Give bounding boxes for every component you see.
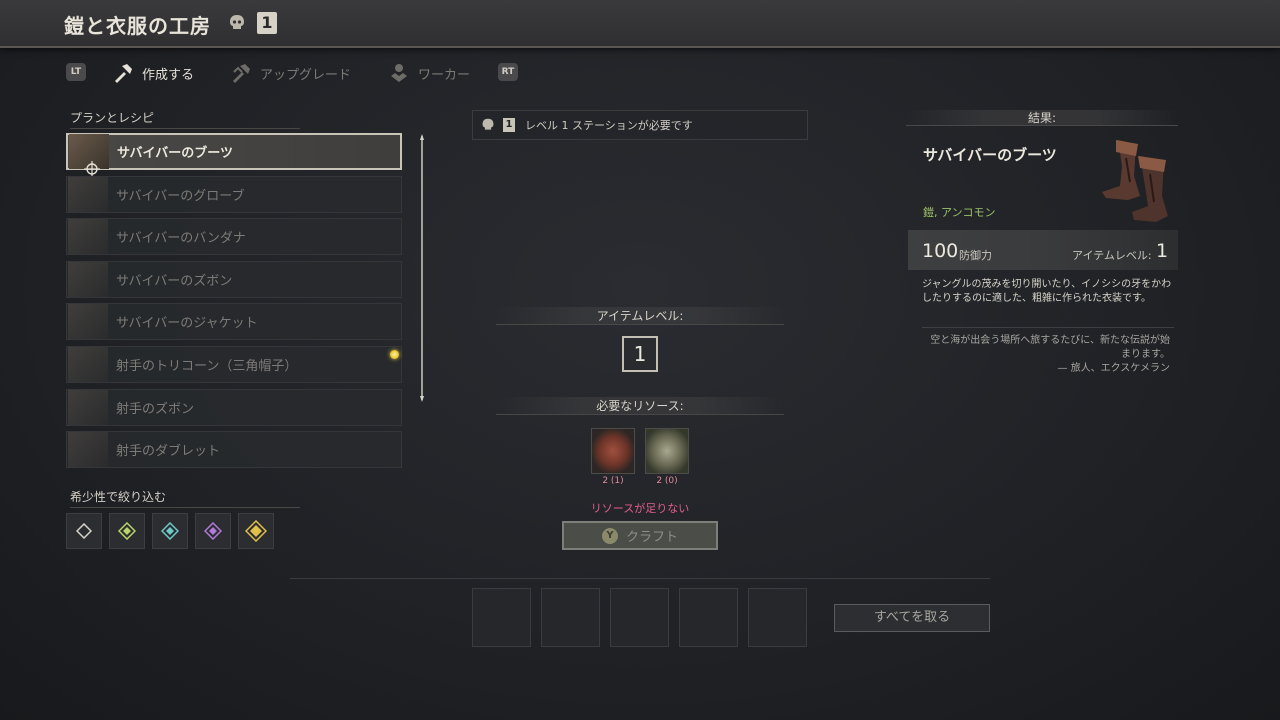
y-button-icon: Y bbox=[601, 527, 618, 544]
worker-icon bbox=[391, 64, 407, 82]
diamond-icon bbox=[76, 523, 92, 539]
diamond-icon bbox=[204, 522, 222, 540]
result-item-name: サバイバーのブーツ bbox=[923, 146, 1057, 164]
flavor-quote: 空と海が出会う場所へ旅するたびに、新たな伝説が始まります。 — 旅人、エクスケメ… bbox=[922, 334, 1170, 376]
list-item[interactable]: 射手のズボン bbox=[66, 388, 402, 426]
craft-label: クラフト bbox=[625, 530, 678, 545]
plans-heading: プランとレシピ bbox=[70, 109, 300, 129]
resource-slot[interactable]: 2 (1) bbox=[591, 428, 635, 490]
quote-text: 空と海が出会う場所へ旅するたびに、新たな伝説が始まります。 bbox=[930, 335, 1170, 360]
tab-upgrade-label: アップグレード bbox=[260, 67, 352, 83]
resource-count: 2 (1) bbox=[602, 476, 624, 486]
boots-icon bbox=[1102, 140, 1168, 222]
item-thumbnail bbox=[68, 432, 108, 468]
cursor-crosshair-icon bbox=[84, 161, 100, 177]
upgrade-icon bbox=[233, 64, 250, 83]
list-item[interactable]: サバイバーのブーツ bbox=[66, 133, 402, 177]
item-thumbnail bbox=[68, 176, 108, 212]
defense-value: 100 bbox=[922, 240, 959, 262]
item-thumbnail bbox=[68, 261, 108, 297]
list-item[interactable]: サバイバーのグローブ bbox=[66, 175, 402, 213]
take-all-button[interactable]: すべてを取る bbox=[834, 604, 990, 632]
tab-workers[interactable]: ワーカー bbox=[388, 60, 470, 86]
output-slot[interactable] bbox=[679, 588, 738, 647]
skull-icon bbox=[482, 118, 494, 130]
tab-create-label: 作成する bbox=[142, 67, 195, 83]
list-item[interactable]: 射手のダブレット bbox=[66, 431, 402, 469]
output-slot[interactable] bbox=[610, 588, 669, 647]
requirement-level-badge: 1 bbox=[503, 118, 515, 132]
item-description: ジャングルの茂みを切り開いたり、イノシシの牙をかわしたりするのに適した、粗雑に作… bbox=[922, 279, 1172, 304]
list-item[interactable]: サバイバーのズボン bbox=[66, 260, 402, 298]
lt-button[interactable]: LT bbox=[66, 63, 86, 81]
skull-icon bbox=[230, 15, 244, 29]
item-level-heading: アイテムレベル: bbox=[496, 307, 784, 325]
item-label: 射手のトリコーン（三角帽子） bbox=[116, 358, 298, 374]
item-label: サバイバーのジャケット bbox=[116, 316, 258, 332]
item-level-value[interactable]: 1 bbox=[622, 336, 658, 372]
item-thumbnail bbox=[68, 219, 108, 255]
rarity-filter-heading: 希少性で絞り込む bbox=[70, 488, 300, 508]
resource-count: 2 (0) bbox=[656, 476, 678, 486]
quote-author: — 旅人、エクスケメラン bbox=[1057, 363, 1170, 374]
list-item[interactable]: サバイバーのバンダナ bbox=[66, 218, 402, 256]
rarity-filter-legendary[interactable] bbox=[238, 513, 274, 549]
result-item-type: 鎧, アンコモン bbox=[923, 206, 996, 219]
page-title: 鎧と衣服の工房 bbox=[64, 14, 211, 38]
fabric-resource-icon bbox=[645, 428, 689, 474]
new-indicator-dot bbox=[390, 349, 399, 359]
rarity-filter-rare[interactable] bbox=[152, 513, 188, 549]
output-slot[interactable] bbox=[748, 588, 807, 647]
station-requirement: 1 レベル 1 ステーションが必要です bbox=[472, 110, 808, 140]
item-label: 射手のダブレット bbox=[116, 444, 221, 460]
result-heading: 結果: bbox=[906, 110, 1178, 126]
item-thumbnail bbox=[68, 304, 108, 340]
recipe-list: サバイバーのブーツ サバイバーのグローブ サバイバーのバンダナ サバイバーのズボ… bbox=[66, 133, 402, 474]
rt-button[interactable]: RT bbox=[498, 63, 518, 81]
output-slot[interactable] bbox=[472, 588, 531, 647]
diamond-icon bbox=[245, 520, 267, 542]
resources-heading: 必要なリソース: bbox=[496, 397, 784, 415]
requirement-text: レベル 1 ステーションが必要です bbox=[525, 119, 693, 132]
hammer-icon bbox=[115, 64, 132, 83]
output-slot[interactable] bbox=[541, 588, 600, 647]
item-label: サバイバーのバンダナ bbox=[116, 231, 246, 247]
insufficient-resources-warning: リソースが足りない bbox=[590, 502, 690, 515]
diamond-icon bbox=[118, 522, 136, 540]
tab-workers-label: ワーカー bbox=[418, 67, 471, 83]
rarity-filter-common[interactable] bbox=[66, 513, 102, 549]
item-label: サバイバーのグローブ bbox=[116, 188, 245, 204]
result-item-level-value: 1 bbox=[1156, 240, 1169, 262]
diamond-icon bbox=[161, 522, 179, 540]
list-item[interactable]: サバイバーのジャケット bbox=[66, 303, 402, 341]
list-scrollbar[interactable] bbox=[420, 134, 424, 402]
list-item[interactable]: 射手のトリコーン（三角帽子） bbox=[66, 345, 402, 383]
tab-create[interactable]: 作成する bbox=[112, 60, 194, 86]
divider bbox=[922, 327, 1174, 328]
craft-button[interactable]: Y クラフト bbox=[562, 521, 718, 550]
item-label: サバイバーのズボン bbox=[116, 273, 233, 289]
item-thumbnail bbox=[68, 389, 108, 425]
defense-label: 防御力 bbox=[959, 249, 992, 262]
rarity-filter bbox=[66, 513, 274, 549]
item-label: 射手のズボン bbox=[116, 401, 195, 417]
tab-bar: LT 作成する アップグレード ワーカー RT bbox=[66, 60, 536, 86]
item-thumbnail bbox=[68, 346, 108, 382]
title-banner: 鎧と衣服の工房 1 bbox=[0, 0, 1280, 48]
rarity-filter-epic[interactable] bbox=[195, 513, 231, 549]
item-label: サバイバーのブーツ bbox=[117, 146, 233, 161]
result-item-level-label: アイテムレベル: bbox=[1072, 249, 1152, 262]
resource-slot[interactable]: 2 (0) bbox=[645, 428, 689, 490]
rarity-filter-uncommon[interactable] bbox=[109, 513, 145, 549]
tab-upgrade[interactable]: アップグレード bbox=[230, 60, 351, 86]
hide-resource-icon bbox=[591, 428, 635, 474]
station-level-badge: 1 bbox=[257, 12, 277, 34]
divider bbox=[290, 578, 990, 579]
